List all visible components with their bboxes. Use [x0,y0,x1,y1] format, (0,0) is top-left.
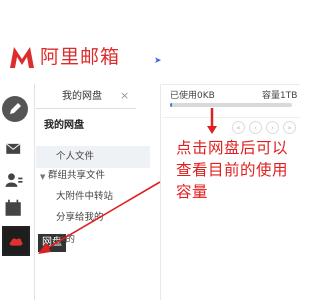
storage-used-label: 已使用0KB [170,91,215,101]
top-bar [161,40,300,84]
contacts-icon[interactable] [3,170,25,192]
pager-last-button[interactable]: » [283,121,296,134]
panel-title: 我的网盘 [44,120,84,131]
brand-logo-icon [10,47,34,68]
tab-label: 我的网盘 [62,91,102,102]
pencil-icon [10,103,21,114]
pager-next-button[interactable]: › [266,121,279,134]
close-icon[interactable]: × [120,89,129,103]
annotation-arrow-down-icon [207,108,217,134]
pager-prev-button[interactable]: ‹ [249,121,262,134]
annotation-text: 点击网盘后可以查看目前的使用容量 [176,139,289,201]
pager-first-button[interactable]: « [232,121,245,134]
mail-icon[interactable] [3,140,25,160]
storage-capacity-label: 容量1TB [262,91,298,101]
cloud-icon [9,238,23,246]
annotation-arrow-diagonal-icon [38,181,161,254]
tree-item-personal-files[interactable]: 个人文件 [56,151,94,163]
brand-name: 阿里邮箱 [40,46,121,68]
pager-divider [162,117,300,118]
compose-button[interactable] [2,96,28,122]
cloud-drive-button[interactable] [2,226,30,256]
storage-usage-fill [170,103,173,107]
send-icon[interactable]: ➤ [154,56,162,66]
calendar-icon[interactable] [3,198,25,220]
storage-usage-bar [170,103,292,107]
header-divider [162,84,300,85]
